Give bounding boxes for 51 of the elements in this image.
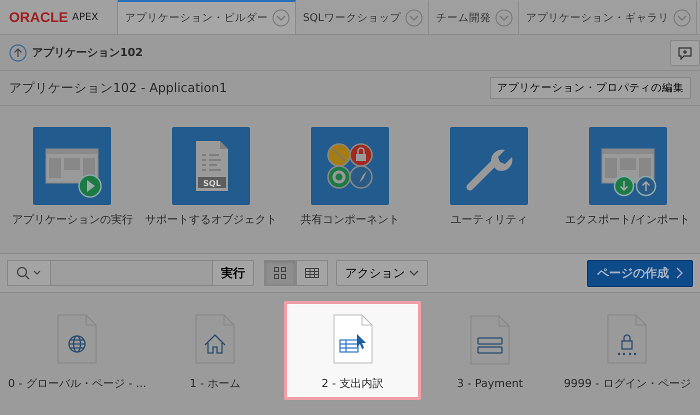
report-view-button[interactable] <box>296 260 328 286</box>
chevron-down-icon <box>272 9 290 27</box>
wrench-icon <box>466 150 512 190</box>
chevron-down-icon <box>494 9 513 27</box>
window-play-icon <box>46 148 102 198</box>
oracle-logo: ORACLE <box>9 9 68 25</box>
page-label: 3 - Payment <box>456 377 523 390</box>
product-name: APEX <box>72 12 98 22</box>
chevron-down-icon <box>672 9 691 27</box>
form-page-icon <box>470 315 510 365</box>
tile-label[interactable]: アプリケーションの実行 <box>12 212 133 227</box>
page-card[interactable]: 1 - ホーム <box>146 301 284 400</box>
grid-page-icon <box>332 314 373 364</box>
actions-button[interactable]: アクション <box>336 260 428 286</box>
breadcrumb-link[interactable]: アプリケーション102 <box>32 45 143 60</box>
page-label: 2 - 支出内訳 <box>322 376 384 391</box>
tile-label[interactable]: エクスポート/インポート <box>565 212 690 227</box>
nav-tab[interactable]: アプリケーション・ビルダー <box>118 0 296 34</box>
sql-label: SQL <box>203 179 222 188</box>
page-label: 1 - ホーム <box>190 376 241 391</box>
application-title: アプリケーション102 - Application1 <box>9 80 228 96</box>
grid-icon <box>273 266 287 280</box>
edit-properties-button[interactable]: アプリケーション・プロパティの編集 <box>490 77 691 99</box>
tile-label[interactable]: ユーティリティ <box>450 212 528 227</box>
page-card[interactable]: 3 - Payment <box>421 301 559 400</box>
globe-page-icon <box>57 314 98 364</box>
comment-icon <box>677 46 693 60</box>
page-card[interactable]: 2 - 支出内訳 <box>284 301 422 400</box>
home-page-icon <box>195 314 236 364</box>
tile-button[interactable] <box>310 127 389 205</box>
tile-button[interactable]: SQL <box>172 127 250 205</box>
chevron-right-icon <box>675 267 683 279</box>
page-card[interactable]: 0 - グローバル・ページ - ... <box>8 301 146 400</box>
tile-label[interactable]: サポートするオブジェクト <box>145 212 278 227</box>
lock-page-icon <box>607 314 648 364</box>
tile-button[interactable] <box>588 127 667 205</box>
feedback-button[interactable] <box>670 40 700 66</box>
tile-label[interactable]: 共有コンポーネント <box>300 212 400 227</box>
component-circles-icon <box>327 143 373 189</box>
page-label: 0 - グローバル・ページ - ... <box>8 376 146 391</box>
tile-button[interactable] <box>450 127 528 205</box>
chevron-down-icon <box>404 9 423 27</box>
page-label: 9999 - ログイン・ページ <box>564 376 691 391</box>
create-page-button[interactable]: ページの作成 <box>587 260 693 286</box>
icon-view-button[interactable] <box>264 260 296 286</box>
document-drawing <box>196 141 228 191</box>
tile-button[interactable] <box>33 127 112 205</box>
page-card[interactable]: 9999 - ログイン・ページ <box>558 301 696 400</box>
window-arrows-icon <box>601 148 656 196</box>
table-icon <box>304 267 320 279</box>
caret-icon <box>409 269 419 277</box>
